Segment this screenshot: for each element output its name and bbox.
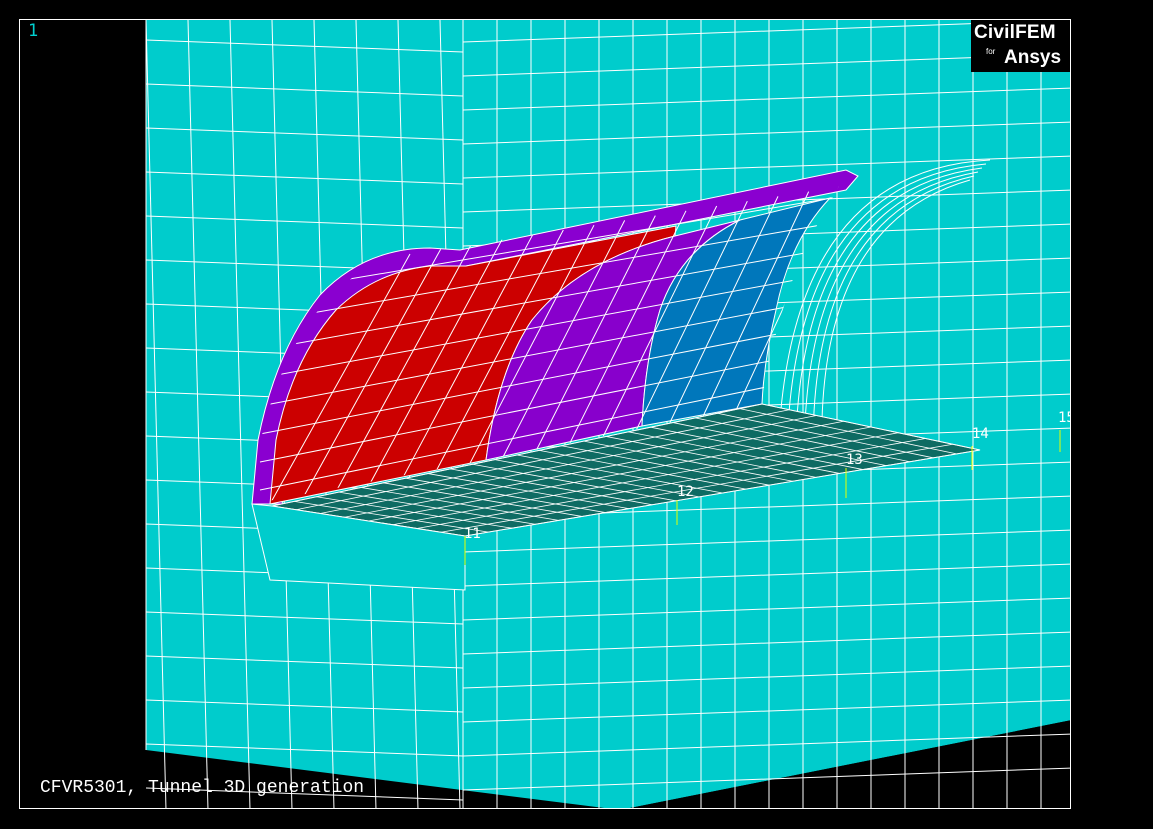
window-number: 1 [28,21,39,41]
logo-brand: CivilFEM [974,22,1056,43]
logo-for: for [986,47,996,56]
fem-mesh-scene[interactable]: 11 12 13 14 15 [20,20,1071,809]
graphics-viewport[interactable]: 11 12 13 14 15 1 CivilFEM for Ansys CFVR… [19,19,1071,809]
station-label-15: 15 [1058,410,1071,426]
model-caption: CFVR5301, Tunnel 3D generation [40,778,365,798]
station-label-13: 13 [846,452,863,468]
logo-product: Ansys [1004,47,1062,68]
station-label-11: 11 [464,526,481,542]
station-label-14: 14 [972,426,989,442]
station-label-12: 12 [677,484,694,500]
civilfem-logo: CivilFEM for Ansys [971,20,1070,72]
